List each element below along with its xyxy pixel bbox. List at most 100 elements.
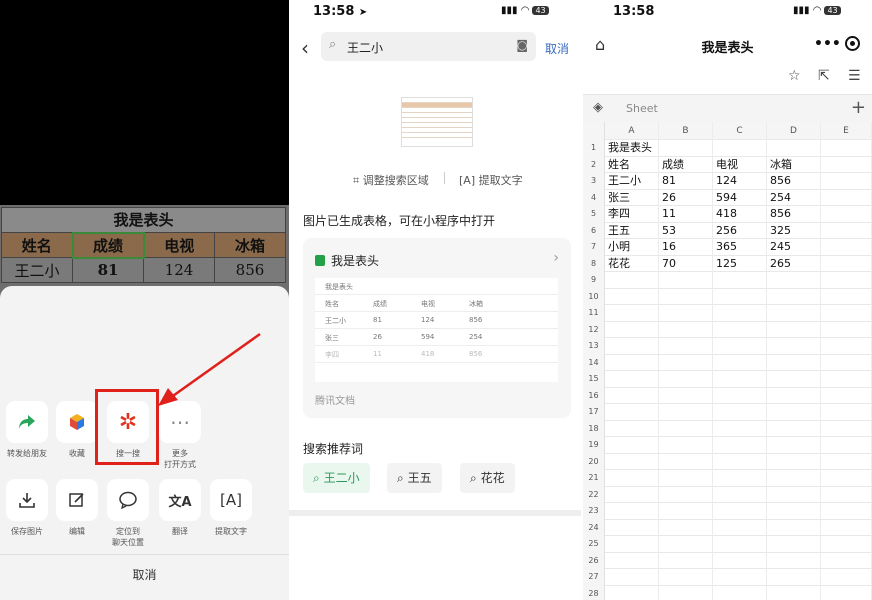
table-cell[interactable] bbox=[659, 420, 713, 437]
more-open-methods-button[interactable]: ⋯ 更多 打开方式 bbox=[157, 401, 203, 470]
table-cell[interactable] bbox=[767, 503, 821, 520]
table-cell[interactable] bbox=[713, 371, 767, 388]
layers-icon[interactable]: ◈ bbox=[593, 100, 603, 115]
row-number[interactable]: 23 bbox=[583, 503, 605, 520]
table-cell[interactable] bbox=[821, 239, 872, 256]
table-cell[interactable] bbox=[767, 305, 821, 322]
table-cell[interactable]: 245 bbox=[767, 239, 821, 256]
table-cell[interactable] bbox=[713, 420, 767, 437]
table-cell[interactable] bbox=[713, 569, 767, 586]
row-number[interactable]: 12 bbox=[583, 321, 605, 338]
table-cell[interactable] bbox=[713, 585, 767, 600]
table-cell[interactable] bbox=[713, 404, 767, 421]
table-cell[interactable]: 53 bbox=[659, 222, 713, 239]
table-cell[interactable] bbox=[767, 420, 821, 437]
share-icon[interactable]: ⇱ bbox=[818, 68, 830, 84]
table-cell[interactable]: 594 bbox=[713, 189, 767, 206]
table-cell[interactable] bbox=[659, 371, 713, 388]
table-cell[interactable]: 王五 bbox=[605, 222, 659, 239]
table-cell[interactable] bbox=[605, 354, 659, 371]
more-icon[interactable]: ••• bbox=[814, 36, 841, 52]
table-cell[interactable] bbox=[605, 371, 659, 388]
table-cell[interactable] bbox=[605, 321, 659, 338]
table-cell[interactable] bbox=[605, 338, 659, 355]
sheet-tab[interactable]: Sheet bbox=[626, 102, 658, 115]
table-cell[interactable] bbox=[821, 503, 872, 520]
table-cell[interactable] bbox=[659, 387, 713, 404]
row-number[interactable]: 10 bbox=[583, 288, 605, 305]
back-icon[interactable]: ‹ bbox=[301, 36, 309, 60]
table-cell[interactable] bbox=[659, 486, 713, 503]
table-cell[interactable] bbox=[767, 404, 821, 421]
table-cell[interactable] bbox=[821, 288, 872, 305]
table-cell[interactable] bbox=[605, 453, 659, 470]
table-cell[interactable] bbox=[821, 222, 872, 239]
table-cell[interactable] bbox=[659, 305, 713, 322]
table-cell[interactable]: 365 bbox=[713, 239, 767, 256]
chip-wang-wu[interactable]: ⌕ 王五 bbox=[387, 463, 442, 493]
row-number[interactable]: 26 bbox=[583, 552, 605, 569]
table-cell[interactable] bbox=[767, 354, 821, 371]
table-cell[interactable] bbox=[821, 321, 872, 338]
table-cell[interactable]: 26 bbox=[659, 189, 713, 206]
share-to-friend-button[interactable]: 转发给朋友 bbox=[4, 401, 50, 459]
table-cell[interactable] bbox=[659, 503, 713, 520]
table-cell[interactable]: 电视 bbox=[713, 156, 767, 173]
table-cell[interactable] bbox=[821, 437, 872, 454]
add-sheet-icon[interactable]: + bbox=[851, 97, 866, 118]
close-mini-program-icon[interactable] bbox=[845, 36, 860, 51]
table-cell[interactable]: 256 bbox=[713, 222, 767, 239]
row-number[interactable]: 22 bbox=[583, 486, 605, 503]
corner-cell[interactable] bbox=[583, 122, 605, 140]
table-cell[interactable] bbox=[821, 486, 872, 503]
row-number[interactable]: 13 bbox=[583, 338, 605, 355]
table-cell[interactable] bbox=[821, 140, 872, 157]
table-cell[interactable] bbox=[821, 453, 872, 470]
table-cell[interactable]: 856 bbox=[767, 206, 821, 223]
table-cell[interactable] bbox=[713, 503, 767, 520]
table-cell[interactable] bbox=[605, 569, 659, 586]
table-cell[interactable] bbox=[713, 453, 767, 470]
row-number[interactable]: 15 bbox=[583, 371, 605, 388]
table-cell[interactable] bbox=[821, 255, 872, 272]
row-number[interactable]: 8 bbox=[583, 255, 605, 272]
table-cell[interactable] bbox=[821, 404, 872, 421]
save-image-button[interactable]: 保存图片 bbox=[4, 479, 50, 537]
row-number[interactable]: 11 bbox=[583, 305, 605, 322]
table-cell[interactable] bbox=[767, 585, 821, 600]
table-cell[interactable] bbox=[821, 470, 872, 487]
table-cell[interactable]: 花花 bbox=[605, 255, 659, 272]
row-number[interactable]: 5 bbox=[583, 206, 605, 223]
table-cell[interactable] bbox=[659, 140, 713, 157]
table-cell[interactable] bbox=[767, 338, 821, 355]
table-cell[interactable] bbox=[767, 519, 821, 536]
table-cell[interactable] bbox=[605, 519, 659, 536]
table-cell[interactable] bbox=[767, 321, 821, 338]
table-cell[interactable] bbox=[821, 189, 872, 206]
table-cell[interactable]: 418 bbox=[713, 206, 767, 223]
row-number[interactable]: 28 bbox=[583, 585, 605, 600]
column-header[interactable]: B bbox=[659, 122, 713, 140]
table-cell[interactable] bbox=[821, 206, 872, 223]
table-cell[interactable] bbox=[713, 321, 767, 338]
table-cell[interactable] bbox=[659, 453, 713, 470]
camera-icon[interactable]: ◙ bbox=[516, 38, 528, 52]
table-cell[interactable] bbox=[659, 519, 713, 536]
table-cell[interactable] bbox=[605, 437, 659, 454]
column-header[interactable]: D bbox=[767, 122, 821, 140]
table-cell[interactable] bbox=[713, 140, 767, 157]
chip-wang-er-xiao[interactable]: ⌕ 王二小 bbox=[303, 463, 370, 493]
table-cell[interactable] bbox=[659, 569, 713, 586]
row-number[interactable]: 1 bbox=[583, 140, 605, 157]
table-cell[interactable] bbox=[821, 585, 872, 600]
table-cell[interactable] bbox=[821, 272, 872, 289]
row-number[interactable]: 27 bbox=[583, 569, 605, 586]
table-cell[interactable]: 856 bbox=[767, 173, 821, 190]
table-cell[interactable] bbox=[605, 404, 659, 421]
table-cell[interactable] bbox=[767, 272, 821, 289]
favorite-button[interactable]: 收藏 bbox=[54, 401, 100, 459]
extract-text-link[interactable]: [A] 提取文字 bbox=[459, 172, 523, 188]
table-cell[interactable] bbox=[821, 156, 872, 173]
table-cell[interactable] bbox=[713, 552, 767, 569]
table-cell[interactable] bbox=[659, 321, 713, 338]
